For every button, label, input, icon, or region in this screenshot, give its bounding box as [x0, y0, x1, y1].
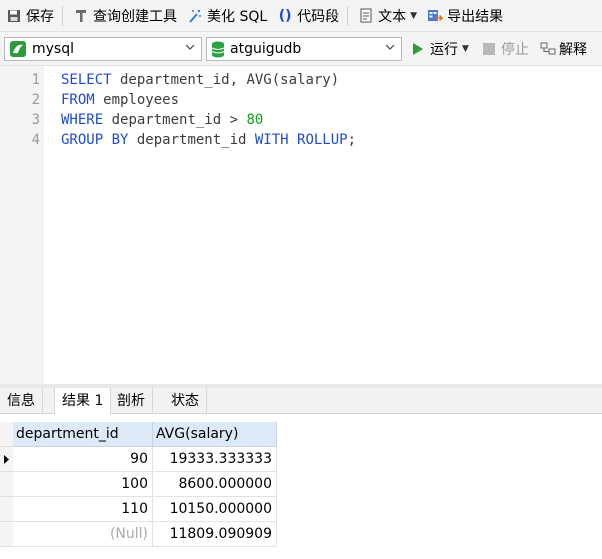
export-results-label: 导出结果	[447, 8, 504, 25]
table-cell[interactable]: 110	[13, 497, 153, 522]
row-header[interactable]	[0, 497, 13, 522]
chevron-down-icon	[185, 44, 195, 50]
table-cell-null[interactable]: (Null)	[13, 522, 153, 547]
query-builder-icon	[73, 8, 89, 24]
code-snippet-label: 代码段	[297, 8, 340, 25]
tab-result-1[interactable]: 结果 1	[54, 388, 112, 415]
table-cell[interactable]: 11809.090909	[153, 522, 277, 547]
toolbar-separator	[347, 5, 349, 26]
tab-profile[interactable]: 剖析	[110, 388, 153, 414]
run-button[interactable]: 运行 ▼	[412, 39, 469, 59]
code-line: FROM employees	[61, 92, 179, 108]
main-toolbar: 保存 查询创建工具 美化 SQL () 代码段 文本 ▼ 导出结果	[0, 0, 602, 32]
text-label: 文本	[378, 8, 407, 25]
row-header[interactable]	[0, 472, 13, 497]
toolbar-separator	[62, 5, 63, 26]
document-icon	[358, 8, 374, 24]
sql-keyword: GROUP BY	[61, 132, 129, 148]
explain-button[interactable]: 解释	[540, 39, 587, 59]
result-tabs: 信息 结果 1 剖析 状态	[0, 388, 602, 415]
tab-info[interactable]: 信息	[0, 388, 43, 414]
magic-wand-icon	[187, 8, 203, 24]
parentheses-icon: ()	[278, 7, 292, 24]
database-icon	[211, 41, 225, 58]
sql-text: department_id >	[103, 112, 247, 128]
sql-text: department_id	[128, 132, 255, 148]
beautify-sql-button[interactable]: 美化 SQL	[183, 3, 271, 29]
sql-text: department_id, AVG(salary)	[111, 72, 340, 88]
save-button[interactable]: 保存	[2, 3, 58, 29]
line-number: 4	[31, 132, 40, 148]
sql-keyword: WHERE	[61, 112, 104, 128]
sql-keyword: WITH ROLLUP	[254, 132, 348, 148]
database-select[interactable]: atguigudb	[206, 37, 402, 61]
beautify-sql-label: 美化 SQL	[207, 8, 268, 25]
tab-status[interactable]: 状态	[164, 388, 207, 414]
export-icon	[427, 8, 444, 24]
column-header[interactable]: department_id	[13, 422, 153, 447]
save-label: 保存	[26, 8, 54, 25]
code-line: WHERE department_id > 80	[61, 112, 263, 128]
sql-text: ;	[347, 132, 357, 148]
query-builder-label: 查询创建工具	[93, 8, 177, 25]
stop-button[interactable]: 停止	[483, 39, 529, 59]
play-icon	[413, 43, 423, 55]
code-snippet-button[interactable]: () 代码段	[273, 3, 343, 29]
connection-select[interactable]: mysql	[4, 37, 202, 61]
sql-keyword: FROM	[61, 92, 95, 108]
current-row-arrow-icon	[4, 455, 9, 464]
line-number: 1	[31, 72, 40, 88]
sql-text: employees	[94, 92, 180, 108]
sql-number: 80	[246, 112, 264, 128]
explain-label: 解释	[559, 42, 587, 58]
explain-icon	[540, 42, 556, 55]
run-label: 运行	[430, 42, 458, 58]
save-icon	[6, 8, 22, 24]
column-header[interactable]: AVG(salary)	[153, 422, 277, 447]
grid-corner	[0, 422, 13, 447]
database-value: atguigudb	[230, 41, 302, 57]
table-cell[interactable]: 10150.000000	[153, 497, 277, 522]
code-line: SELECT department_id, AVG(salary)	[61, 72, 339, 88]
code-line: GROUP BY department_id WITH ROLLUP;	[61, 132, 356, 148]
stop-label: 停止	[501, 42, 529, 58]
stop-icon	[483, 43, 495, 55]
text-button[interactable]: 文本 ▼	[354, 3, 421, 29]
mysql-connection-icon	[9, 40, 27, 58]
table-cell[interactable]: 19333.333333	[153, 447, 277, 472]
dropdown-caret-icon: ▼	[462, 44, 469, 54]
table-cell[interactable]: 90	[13, 447, 153, 472]
export-results-button[interactable]: 导出结果	[423, 3, 507, 29]
sql-editor[interactable]: 1 2 3 4 SELECT department_id, AVG(salary…	[0, 66, 602, 384]
connection-value: mysql	[32, 41, 74, 57]
dropdown-caret-icon: ▼	[410, 10, 418, 21]
chevron-down-icon	[385, 44, 395, 50]
row-header[interactable]	[0, 522, 13, 547]
line-number: 2	[31, 92, 40, 108]
table-cell[interactable]: 8600.000000	[153, 472, 277, 497]
sql-keyword: SELECT	[61, 72, 112, 88]
table-cell[interactable]: 100	[13, 472, 153, 497]
result-grid: department_id AVG(salary) 90 19333.33333…	[0, 414, 602, 559]
query-builder-button[interactable]: 查询创建工具	[69, 3, 181, 29]
row-header-current[interactable]	[0, 447, 13, 472]
line-number: 3	[31, 112, 40, 128]
